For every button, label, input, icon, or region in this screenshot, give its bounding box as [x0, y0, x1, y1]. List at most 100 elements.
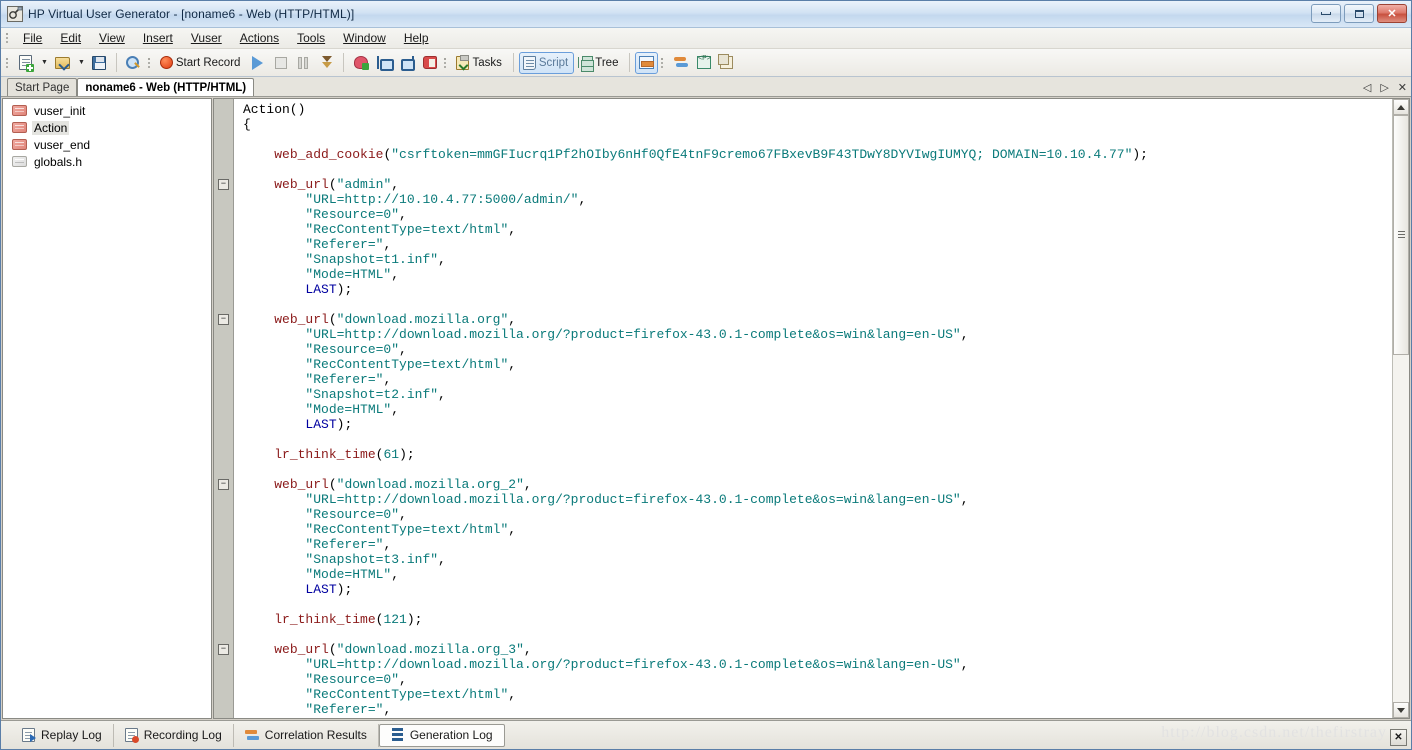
- bottom-tab-generation-log[interactable]: Generation Log: [378, 723, 505, 747]
- parameter-button[interactable]: [692, 52, 715, 74]
- script-view-button[interactable]: Script: [518, 51, 575, 74]
- editor-vertical-scrollbar[interactable]: [1392, 99, 1409, 718]
- design-studio-icon: [353, 56, 369, 70]
- code-line: LAST);: [243, 282, 1392, 297]
- split-view-icon: [639, 56, 655, 69]
- tab-next-icon[interactable]: ▷: [1380, 83, 1388, 94]
- sync-button[interactable]: [669, 52, 692, 74]
- code-line: "Resource=0",: [243, 342, 1392, 357]
- bottom-tab-label: Replay Log: [41, 728, 102, 742]
- open-script-button[interactable]: [51, 52, 74, 74]
- pause-button[interactable]: [292, 52, 315, 74]
- menu-tools[interactable]: Tools: [288, 29, 334, 47]
- toolbar-grip-3: [442, 55, 449, 71]
- save-script-button[interactable]: [88, 52, 111, 74]
- action-brick-icon: [12, 105, 27, 116]
- code-token: ,: [578, 192, 587, 207]
- menu-view[interactable]: View: [90, 29, 134, 47]
- find-button[interactable]: [122, 52, 145, 74]
- tree-item-vuser-end[interactable]: vuser_end: [3, 136, 211, 153]
- scroll-down-button[interactable]: [1393, 702, 1409, 718]
- tree-item-vuser-init[interactable]: vuser_init: [3, 102, 211, 119]
- tree-item-action[interactable]: Action: [3, 119, 211, 136]
- menu-window[interactable]: Window: [334, 29, 395, 47]
- code-token: ,: [960, 492, 969, 507]
- code-token: );: [336, 417, 353, 432]
- code-token: Action(): [243, 102, 306, 117]
- recording-log-icon: [124, 728, 139, 743]
- code-token: );: [336, 282, 353, 297]
- stop-button[interactable]: [269, 52, 292, 74]
- tab-noname6[interactable]: noname6 - Web (HTTP/HTML): [77, 78, 255, 96]
- menu-actions[interactable]: Actions: [231, 29, 288, 47]
- fold-toggle[interactable]: −: [218, 179, 229, 190]
- code-token: "RecContentType=text/html": [305, 687, 509, 702]
- scroll-thumb[interactable]: [1393, 115, 1409, 355]
- tree-item-globals-h[interactable]: globals.h: [3, 153, 211, 170]
- menu-grip: [4, 30, 11, 46]
- tab-start-page[interactable]: Start Page: [7, 78, 78, 96]
- tree-item-label: Action: [32, 120, 70, 135]
- blog-watermark: http://blog.csdn.net/thefirstray: [1161, 724, 1387, 741]
- code-token: ,: [508, 312, 517, 327]
- bottom-tab-recording-log[interactable]: Recording Log: [114, 723, 234, 747]
- script-tree-pane: vuser_init Action vuser_end globals.h: [2, 98, 212, 719]
- menu-insert[interactable]: Insert: [134, 29, 182, 47]
- step-down-button[interactable]: [315, 52, 338, 74]
- fold-toggle[interactable]: −: [218, 479, 229, 490]
- restore-button[interactable]: [1344, 4, 1374, 23]
- bottom-tab-correlation-results[interactable]: Correlation Results: [234, 723, 379, 747]
- code-token: );: [406, 612, 423, 627]
- code-token: lr_think_time: [274, 612, 376, 627]
- code-line: "Referer=",: [243, 372, 1392, 387]
- toolbar-grip-1: [4, 55, 11, 71]
- menu-edit[interactable]: Edit: [51, 29, 90, 47]
- bottom-tab-replay-log[interactable]: Replay Log: [11, 723, 114, 747]
- code-token: "download.mozilla.org_3": [336, 642, 524, 657]
- step-into-button[interactable]: [372, 52, 395, 74]
- run-button[interactable]: [246, 52, 269, 74]
- split-view-button[interactable]: [635, 51, 659, 74]
- code-line: "Referer=",: [243, 237, 1392, 252]
- tree-view-button[interactable]: Tree: [574, 52, 624, 74]
- menu-file[interactable]: File: [14, 29, 51, 47]
- tasks-button[interactable]: Tasks: [452, 52, 507, 74]
- menu-help[interactable]: Help: [395, 29, 438, 47]
- breakpoint-button[interactable]: [418, 52, 441, 74]
- fold-toggle[interactable]: −: [218, 314, 229, 325]
- new-script-dropdown[interactable]: ▼: [37, 52, 51, 74]
- code-token: ,: [438, 387, 446, 402]
- code-text-area[interactable]: Action(){ web_add_cookie("csrftoken=mmGF…: [234, 99, 1392, 718]
- code-token: "download.mozilla.org": [336, 312, 509, 327]
- design-studio-button[interactable]: [349, 52, 372, 74]
- tab-prev-icon[interactable]: ◁: [1363, 83, 1371, 94]
- step-out-button[interactable]: [395, 52, 418, 74]
- tree-item-label: vuser_init: [34, 103, 86, 118]
- editor-fold-gutter[interactable]: − − − −: [214, 99, 234, 718]
- scroll-up-button[interactable]: [1393, 99, 1409, 115]
- close-button[interactable]: ✕: [1377, 4, 1407, 23]
- code-token: ,: [399, 342, 407, 357]
- start-record-button[interactable]: Start Record: [156, 52, 247, 74]
- code-token: ,: [383, 537, 392, 552]
- open-script-dropdown[interactable]: ▼: [74, 52, 88, 74]
- menu-vuser[interactable]: Vuser: [182, 29, 231, 47]
- minimize-icon: [1321, 12, 1331, 15]
- new-script-button[interactable]: [14, 52, 37, 74]
- scroll-track[interactable]: [1393, 115, 1409, 702]
- minimize-button[interactable]: [1311, 4, 1341, 23]
- code-token: ,: [508, 522, 517, 537]
- copy-button[interactable]: [715, 52, 738, 74]
- tasks-label: Tasks: [472, 56, 502, 69]
- code-token: 121: [383, 612, 407, 627]
- window-resize-grip[interactable]: ✕: [1390, 729, 1407, 746]
- tab-close-icon[interactable]: ✕: [1398, 83, 1407, 94]
- fold-toggle[interactable]: −: [218, 644, 229, 655]
